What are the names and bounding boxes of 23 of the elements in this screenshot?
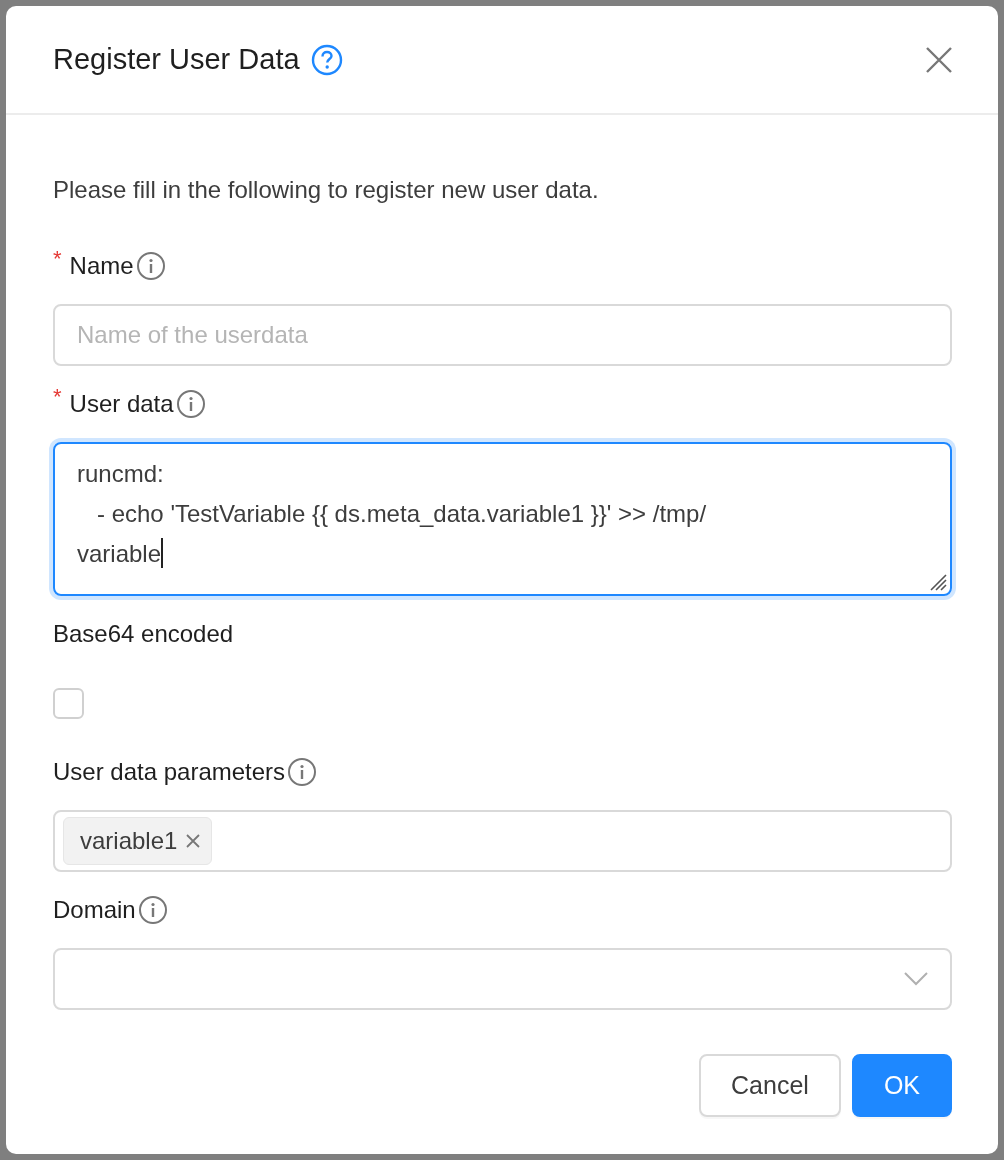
info-icon[interactable]	[287, 757, 318, 787]
required-mark: *	[53, 384, 62, 410]
intro-text: Please fill in the following to register new user data.	[53, 175, 600, 205]
help-icon[interactable]	[310, 43, 343, 76]
dialog-title: Register User Data	[53, 43, 300, 76]
field-label: User data	[69, 390, 174, 418]
field-label: User data parameters	[53, 758, 286, 786]
info-icon[interactable]	[135, 251, 166, 281]
close-button[interactable]	[926, 46, 952, 73]
chevron-down-icon	[904, 972, 928, 986]
field-label: Base64 encoded	[53, 620, 234, 648]
required-mark: *	[53, 246, 62, 272]
cancel-button[interactable]: Cancel	[699, 1054, 841, 1117]
field-label: Name	[69, 252, 134, 280]
info-icon[interactable]	[175, 389, 206, 419]
info-icon[interactable]	[137, 895, 168, 925]
field-label: Domain	[53, 896, 136, 924]
checkbox[interactable]	[53, 687, 84, 719]
remove-icon[interactable]	[185, 833, 202, 849]
tags-input[interactable]: variable1	[53, 810, 952, 872]
text-input[interactable]: Name of the userdata	[53, 304, 952, 366]
tag-label: variable1	[80, 827, 178, 855]
text-cursor	[161, 538, 164, 568]
